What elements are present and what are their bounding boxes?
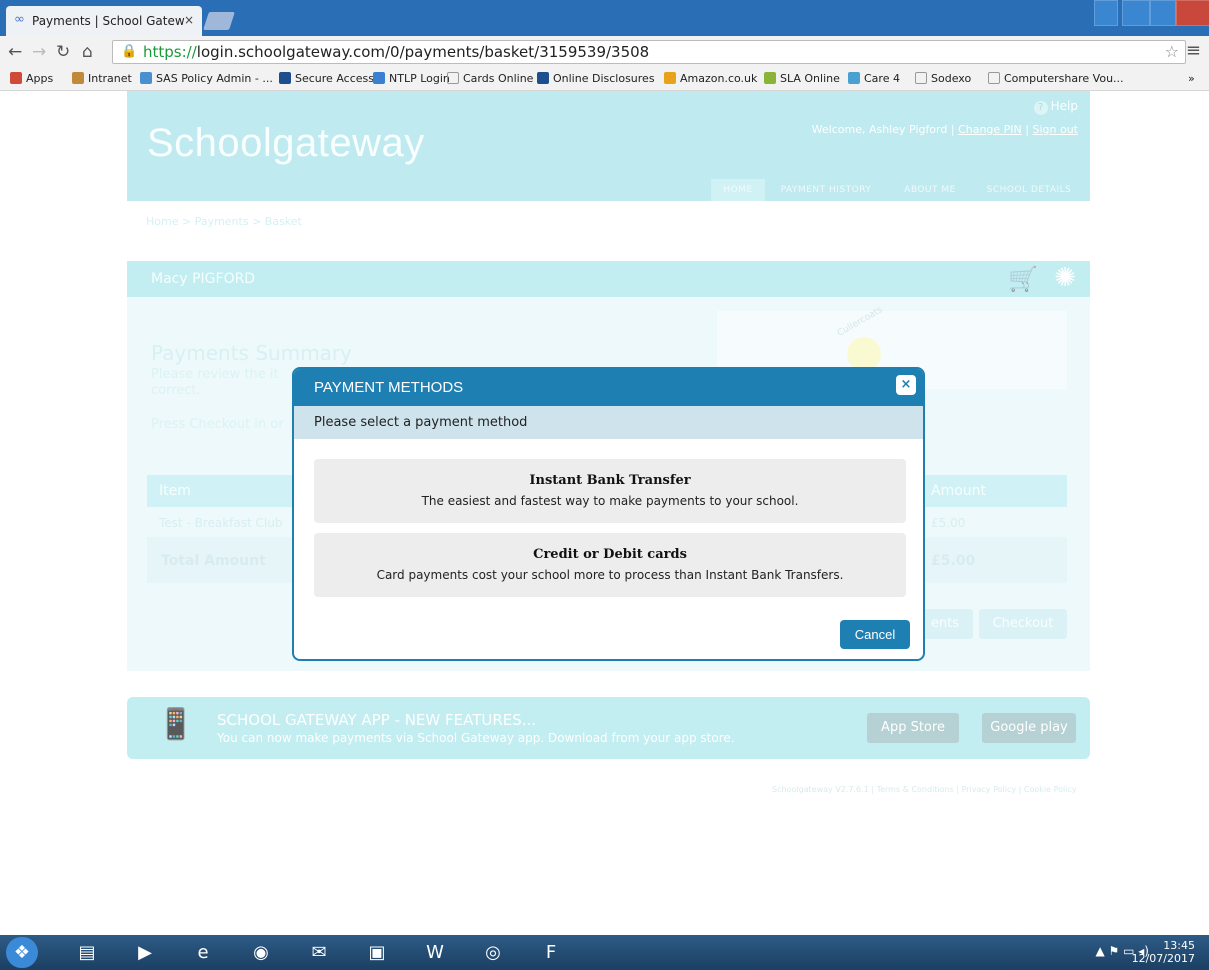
dialog-subtitle: Please select a payment method <box>314 415 528 430</box>
bookmark-icon <box>140 72 152 84</box>
bookmark-amazon[interactable]: Amazon.co.uk <box>664 72 757 85</box>
home-icon[interactable]: ⌂ <box>82 42 93 62</box>
outlook-icon[interactable]: ✉ <box>296 937 342 968</box>
bookmark-ntlp-login[interactable]: NTLP Login <box>373 72 450 85</box>
bookmarks-bar: Apps Intranet SAS Policy Admin - ... Sec… <box>0 68 1209 91</box>
chrome-icon[interactable]: ◉ <box>238 937 284 968</box>
bookmark-star-icon[interactable]: ☆ <box>1165 42 1179 61</box>
bookmark-icon <box>764 72 776 84</box>
bookmark-computershare[interactable]: Computershare Vou... <box>988 72 1124 85</box>
browser-toolbar: ← → ↻ ⌂ 🔒 https://login.schoolgateway.co… <box>0 36 1209 68</box>
maximize-icon[interactable] <box>1150 0 1176 26</box>
credit-debit-card-option[interactable]: Credit or Debit cards Card payments cost… <box>314 533 906 597</box>
bookmark-icon <box>279 72 291 84</box>
internet-explorer-icon[interactable]: e <box>180 937 226 968</box>
schoolgateway-favicon-icon: ∞ <box>14 12 25 27</box>
instant-bank-transfer-option[interactable]: Instant Bank Transfer The easiest and fa… <box>314 459 906 523</box>
dialog-header: PAYMENT METHODS × <box>294 369 923 406</box>
lock-icon: 🔒 <box>121 44 138 59</box>
url-scheme: https:// <box>143 43 197 61</box>
bookmark-apps[interactable]: Apps <box>10 72 53 85</box>
bookmark-care-4[interactable]: Care 4 <box>848 72 900 85</box>
bookmark-secure-access[interactable]: Secure Access <box>279 72 374 85</box>
user-icon[interactable] <box>1094 0 1118 26</box>
file-explorer-icon[interactable]: ▤ <box>64 937 110 968</box>
minimize-icon[interactable] <box>1122 0 1150 26</box>
browser-tab[interactable]: ∞ Payments | School Gatew × <box>6 6 202 36</box>
remote-desktop-icon[interactable]: ▣ <box>354 937 400 968</box>
browser-tab-title: Payments | School Gatew <box>32 14 185 28</box>
new-tab-button[interactable] <box>203 12 235 30</box>
dialog-close-button[interactable]: × <box>896 375 916 395</box>
bookmark-sla-online[interactable]: SLA Online <box>764 72 840 85</box>
tab-close-icon[interactable]: × <box>184 13 194 27</box>
option-title: Credit or Debit cards <box>533 547 687 562</box>
bookmark-sas-policy[interactable]: SAS Policy Admin - ... <box>140 72 273 85</box>
option-description: Card payments cost your school more to p… <box>376 568 844 582</box>
apps-grid-icon <box>10 72 22 84</box>
media-player-icon[interactable]: ▶ <box>122 937 168 968</box>
option-description: The easiest and fastest way to make paym… <box>421 494 799 508</box>
cancel-button[interactable]: Cancel <box>840 620 910 649</box>
windows-taskbar: ❖ ▤ ▶ e ◉ ✉ ▣ W ◎ F ▲ ⚑ ▭ ◂) 13:45 12/07… <box>0 935 1209 970</box>
clock-date: 12/07/2017 <box>1131 952 1195 965</box>
bookmarks-overflow[interactable]: » <box>1188 72 1195 85</box>
amazon-icon <box>664 72 676 84</box>
system-clock[interactable]: 13:45 12/07/2017 <box>1132 939 1195 965</box>
bookmark-icon <box>72 72 84 84</box>
back-icon[interactable]: ← <box>8 42 22 62</box>
app-fh-icon[interactable]: F <box>528 937 574 968</box>
start-button[interactable]: ❖ <box>6 937 38 968</box>
page-icon <box>988 72 1000 84</box>
word-icon[interactable]: W <box>412 937 458 968</box>
bookmark-intranet[interactable]: Intranet <box>72 72 132 85</box>
option-title: Instant Bank Transfer <box>529 473 691 488</box>
url-path: login.schoolgateway.com/0/payments/baske… <box>196 43 650 61</box>
bookmark-cards-online[interactable]: Cards Online <box>447 72 533 85</box>
page-icon <box>915 72 927 84</box>
bookmark-online-disclosures[interactable]: Online Disclosures <box>537 72 655 85</box>
browser-menu-icon[interactable]: ≡ <box>1186 40 1201 61</box>
address-bar[interactable]: 🔒 https://login.schoolgateway.com/0/paym… <box>112 40 1186 64</box>
dialog-subtitle-bar: Please select a payment method <box>294 406 923 439</box>
payment-methods-dialog: PAYMENT METHODS × Please select a paymen… <box>292 367 925 661</box>
bookmark-icon <box>537 72 549 84</box>
bookmark-sodexo[interactable]: Sodexo <box>915 72 971 85</box>
bookmark-icon <box>848 72 860 84</box>
reload-icon[interactable]: ↻ <box>56 42 70 62</box>
forward-icon[interactable]: → <box>32 42 46 62</box>
dialog-title: PAYMENT METHODS <box>314 379 464 396</box>
url-text: https://login.schoolgateway.com/0/paymen… <box>143 43 649 61</box>
clock-time: 13:45 <box>1163 939 1195 952</box>
window-close-icon[interactable] <box>1176 0 1209 26</box>
chrome-window-icon[interactable]: ◎ <box>470 937 516 968</box>
bookmark-icon <box>373 72 385 84</box>
browser-tab-strip: ∞ Payments | School Gatew × <box>0 0 1209 36</box>
page-icon <box>447 72 459 84</box>
